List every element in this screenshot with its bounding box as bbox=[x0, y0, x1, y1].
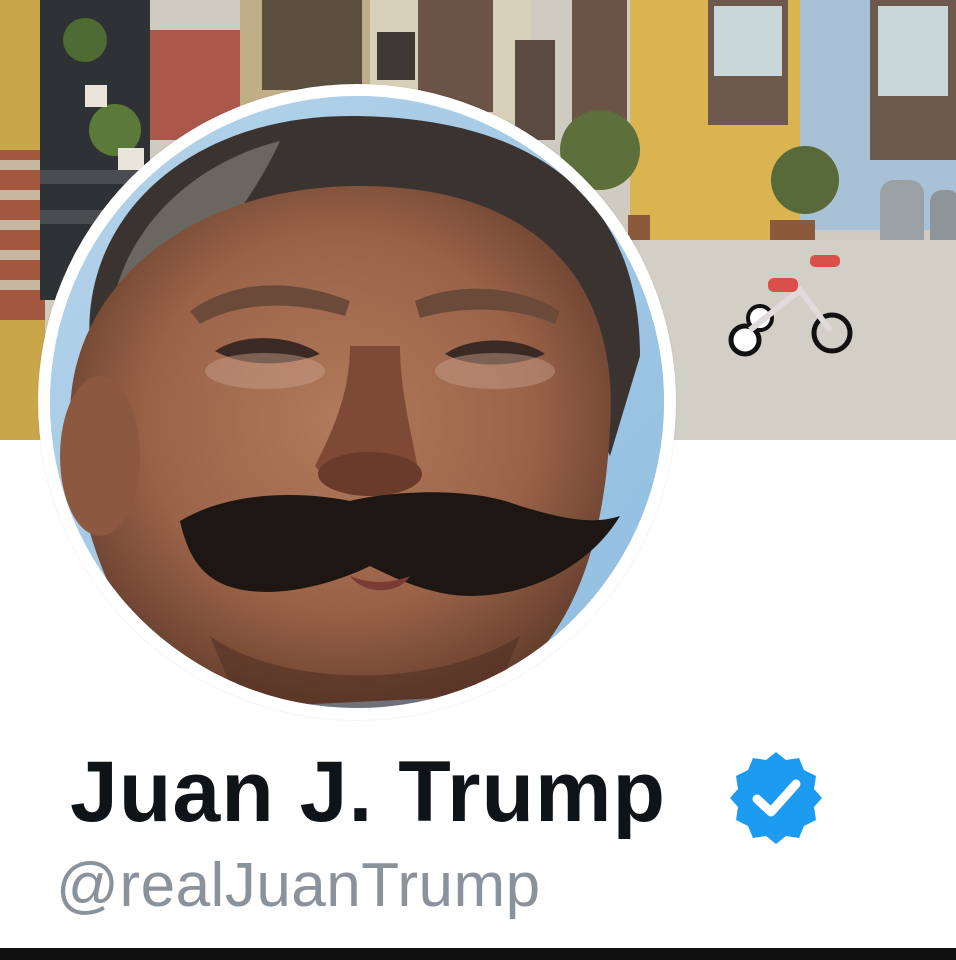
display-name-row: Juan J. Trump bbox=[70, 742, 666, 842]
avatar-frame[interactable] bbox=[38, 84, 676, 720]
verified-badge-icon[interactable] bbox=[726, 748, 826, 848]
profile-page: Juan J. Trump @realJuanTrump bbox=[0, 0, 956, 960]
screen-bottom-edge bbox=[0, 948, 956, 960]
avatar[interactable] bbox=[50, 96, 664, 708]
username-handle: @realJuanTrump bbox=[56, 851, 541, 920]
display-name: Juan J. Trump bbox=[70, 744, 667, 840]
